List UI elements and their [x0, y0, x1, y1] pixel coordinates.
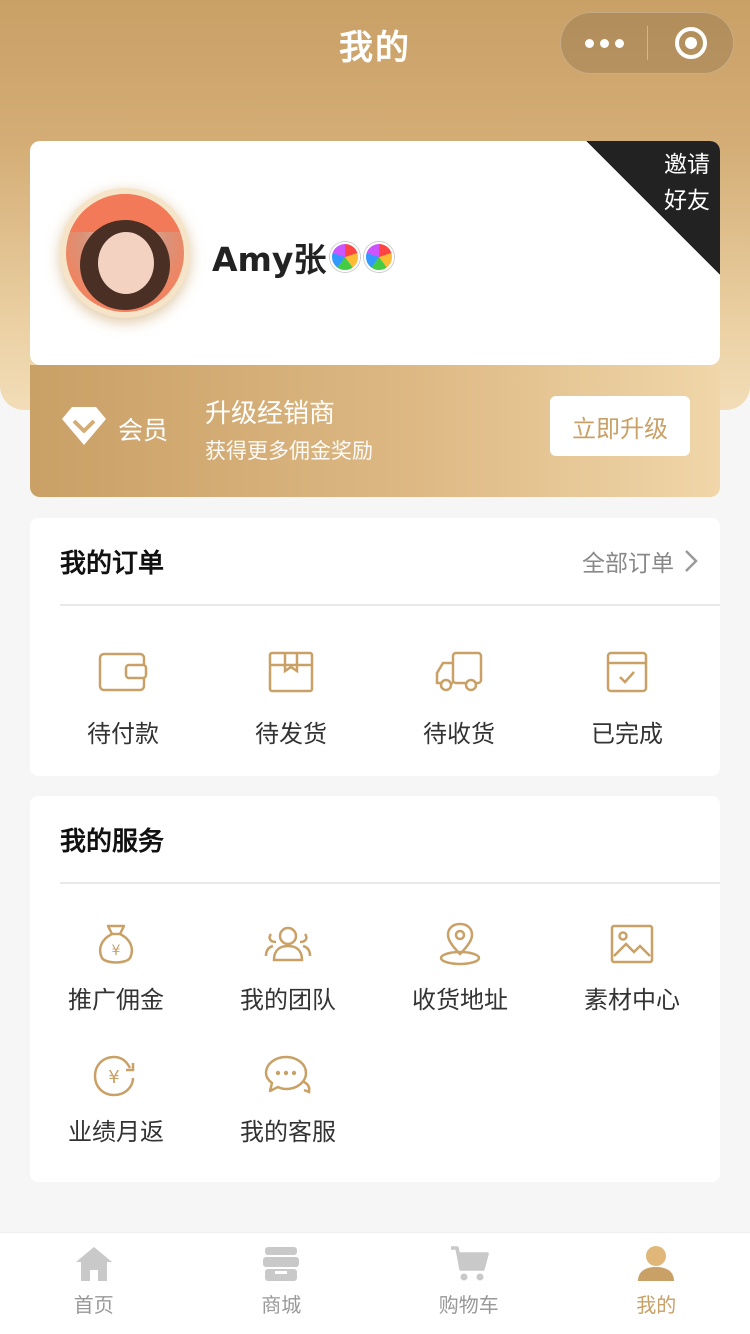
- all-orders-link[interactable]: 全部订单: [582, 544, 698, 578]
- order-completed[interactable]: 已完成: [543, 650, 711, 780]
- target-icon: [674, 27, 707, 59]
- services-grid: ¥ 推广佣金 我的团队 收货地址 素材中心 ¥ 业绩月返 我的客服: [30, 884, 720, 1186]
- tab-home[interactable]: 首页: [0, 1233, 188, 1334]
- home-icon: [75, 1247, 112, 1281]
- more-dots-icon: [584, 38, 594, 48]
- user-name-text: Amy张: [212, 240, 327, 279]
- order-pending-shipment[interactable]: 待发货: [207, 650, 375, 780]
- order-pending-payment[interactable]: 待付款: [39, 650, 207, 780]
- lollipop-icon: [330, 242, 361, 272]
- box-icon: [266, 650, 316, 694]
- yen-refresh-icon: ¥: [91, 1054, 141, 1098]
- section-title: 我的服务: [60, 826, 165, 857]
- diamond-icon: [62, 407, 106, 445]
- user-name: Amy张: [212, 233, 395, 281]
- my-orders-section: 我的订单 全部订单 待付款 待发货 待收货 已完成: [30, 518, 720, 776]
- service-customer-support[interactable]: 我的客服: [202, 1054, 374, 1186]
- lollipop-icon: [364, 242, 395, 272]
- orders-header: 我的订单 全部订单: [60, 518, 720, 606]
- close-miniapp-button[interactable]: [648, 12, 733, 74]
- wallet-icon: [98, 650, 148, 694]
- calendar-check-icon: [602, 650, 652, 694]
- order-pending-receipt[interactable]: 待收货: [375, 650, 543, 780]
- upgrade-now-button[interactable]: 立即升级: [550, 396, 690, 456]
- cart-icon: [450, 1246, 489, 1281]
- money-bag-icon: ¥: [91, 922, 141, 966]
- svg-text:¥: ¥: [108, 1067, 119, 1088]
- image-icon: [607, 922, 657, 966]
- chat-icon: [263, 1054, 313, 1098]
- my-services-section: 我的服务 ¥ 推广佣金 我的团队 收货地址 素材中心 ¥ 业绩月返 我的客服: [30, 796, 720, 1182]
- invite-friends-label[interactable]: 邀请 好友: [664, 147, 710, 219]
- member-upgrade-bar: 会员 升级经销商 获得更多佣金奖励 立即升级: [30, 365, 720, 497]
- page-title: 我的: [339, 27, 411, 68]
- service-commission[interactable]: ¥ 推广佣金: [30, 922, 202, 1054]
- store-icon: [263, 1247, 300, 1281]
- more-menu-button[interactable]: [561, 12, 647, 74]
- service-monthly-rebate[interactable]: ¥ 业绩月返: [30, 1054, 202, 1186]
- section-title: 我的订单: [60, 548, 165, 579]
- service-material-center[interactable]: 素材中心: [546, 922, 718, 1054]
- tab-profile[interactable]: 我的: [563, 1233, 750, 1334]
- chevron-right-icon: [685, 550, 698, 572]
- profile-card: Amy张 邀请 好友: [30, 141, 720, 365]
- member-level-label: 会员: [118, 416, 169, 445]
- avatar[interactable]: [60, 188, 190, 318]
- svg-text:¥: ¥: [112, 943, 121, 959]
- upgrade-subtitle: 获得更多佣金奖励: [205, 439, 373, 463]
- service-my-team[interactable]: 我的团队: [202, 922, 374, 1054]
- team-icon: [263, 922, 313, 966]
- tab-cart[interactable]: 购物车: [375, 1233, 563, 1334]
- bottom-tab-bar: 首页 商城 购物车 我的: [0, 1232, 750, 1334]
- service-shipping-address[interactable]: 收货地址: [374, 922, 546, 1054]
- order-status-grid: 待付款 待发货 待收货 已完成: [30, 606, 720, 780]
- truck-icon: [434, 650, 484, 694]
- tab-mall[interactable]: 商城: [188, 1233, 376, 1334]
- user-icon: [638, 1246, 675, 1281]
- location-pin-icon: [435, 922, 485, 966]
- title-bar: 我的: [0, 0, 750, 88]
- upgrade-title: 升级经销商: [205, 399, 336, 429]
- mini-program-capsule: [560, 12, 734, 74]
- services-header: 我的服务: [60, 796, 720, 884]
